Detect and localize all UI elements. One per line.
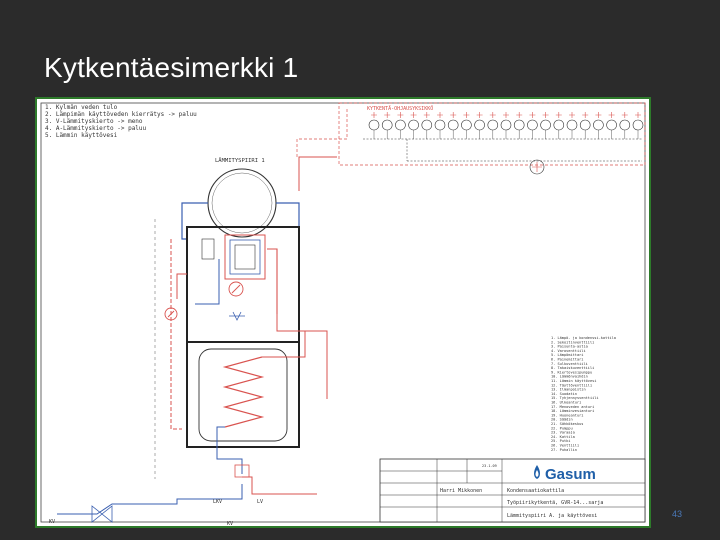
terminal-circle	[540, 119, 551, 131]
wiring-diagram: 1. Kylmän veden tulo 2. Lämpimän käyttöv…	[35, 97, 651, 528]
terminal-symbol	[423, 112, 430, 118]
title-block: Gasum 23.1.09 Harri Mikkonen Kondensaati…	[379, 458, 646, 523]
valve-icon	[229, 311, 245, 321]
boiler-unit	[186, 226, 300, 343]
boiler-component	[201, 238, 215, 260]
tb-subject: Kondensaatiokattila	[507, 488, 564, 494]
terminal-circle	[500, 119, 512, 131]
terminal-symbol	[463, 112, 470, 118]
notes-block: 1. Kylmän veden tulo 2. Lämpimän käyttöv…	[45, 104, 197, 139]
heating-coil	[222, 356, 265, 428]
diagram-canvas: 1. Kylmän veden tulo 2. Lämpimän käyttöv…	[40, 102, 646, 526]
page-number: 43	[671, 509, 682, 519]
boiler-red-pipe	[267, 248, 278, 314]
tb-designer: Harri Mikkonen	[440, 488, 482, 494]
terminal-symbol	[569, 112, 575, 118]
pipe-label-lkv: LKV	[213, 499, 222, 505]
terminal-circle	[421, 119, 433, 131]
note-3: 3. V-Lämmityskierto -> meno	[45, 118, 143, 125]
sensor-cross	[532, 162, 542, 172]
tb-scheme: Työpiirikytkentä, GVR-14...sarja	[507, 500, 603, 506]
terminal-symbol	[410, 112, 417, 118]
terminal-circle	[368, 119, 380, 131]
red-dashed-connector	[296, 109, 348, 159]
terminal-symbol	[542, 112, 549, 118]
terminal-circle	[619, 119, 631, 131]
terminal-circle	[381, 119, 393, 131]
bottom-label: KV	[227, 521, 233, 526]
heat-exchanger-inner	[234, 244, 256, 270]
pipe-red-right	[305, 330, 328, 399]
terminal-circle	[461, 119, 472, 131]
slide-title: Kytkentäesimerkki 1	[44, 52, 299, 83]
terminal-symbol	[450, 112, 457, 118]
terminal-symbol	[371, 112, 377, 118]
note-5: 5. Lämmin käyttövesi	[45, 132, 118, 139]
pipe-label-lv: LV	[257, 499, 263, 505]
terminal-symbol	[489, 112, 496, 118]
water-heater-unit	[186, 341, 300, 448]
terminal-symbol	[621, 112, 628, 118]
terminal-symbol	[503, 112, 509, 118]
terminal-symbol	[384, 112, 391, 118]
terminal-circle	[434, 119, 446, 131]
tb-drawing: Lämmityspiiri A. ja käyttövesi	[507, 513, 597, 519]
terminal-symbol	[608, 112, 615, 118]
company-name: Gasum	[545, 466, 596, 483]
boiler-pump-arrow	[231, 284, 241, 294]
pipe-blue-right-top	[276, 202, 300, 239]
pipe-red-top	[298, 156, 337, 191]
note-2: 2. Lämpimän käyttöveden kierrätys -> pal…	[45, 111, 197, 118]
tb-date: 23.1.09	[482, 464, 497, 468]
terminal-box	[338, 102, 646, 166]
terminal-circle	[566, 119, 578, 131]
terminal-strip: KYTKENTÄ-OHJAUSYKSIKKÖ	[338, 102, 646, 175]
hot-water-out	[242, 476, 317, 495]
terminal-title: KYTKENTÄ-OHJAUSYKSIKKÖ	[367, 105, 433, 112]
pipe-blue-left-top	[181, 202, 208, 240]
terminal-circle	[553, 119, 565, 131]
terminal-symbol	[635, 112, 641, 118]
terminal-circle	[408, 119, 419, 131]
note-1: 1. Kylmän veden tulo	[45, 104, 118, 111]
note-4: 4. A-Lämmityskierto -> paluu	[45, 125, 147, 132]
terminal-circle	[513, 119, 525, 131]
expansion-tank-inner	[211, 172, 273, 234]
terminal-symbol	[397, 112, 404, 118]
terminal-circle	[395, 119, 406, 131]
pipe-red-left-dashed	[170, 239, 182, 430]
terminal-symbol	[476, 112, 483, 118]
terminal-symbol	[516, 112, 523, 118]
pipe-coil-out	[216, 426, 243, 474]
inlet-label: KV	[49, 519, 55, 525]
terminal-circle	[579, 119, 591, 131]
pipe-red-left-short	[176, 273, 187, 299]
terminal-circle	[632, 119, 644, 131]
terminal-symbol	[529, 112, 536, 118]
component-legend: 1. Lämpö- ja kondenssi-kattila2. Sekoiti…	[551, 336, 616, 452]
water-heater-tank	[198, 348, 288, 442]
terminal-circle	[474, 119, 485, 131]
tank-label: LÄMMITYSPIIRI 1	[215, 157, 265, 164]
terminal-circle	[487, 119, 499, 131]
heat-exchanger-outer	[224, 234, 266, 280]
terminal-symbol	[582, 112, 589, 118]
legend-line: 27. Puhallin	[551, 448, 577, 452]
terminal-symbol	[437, 112, 443, 118]
terminal-circle	[527, 119, 538, 131]
terminal-symbols	[371, 112, 641, 118]
boiler-blue-pipe	[195, 259, 220, 305]
terminal-symbol	[555, 112, 562, 118]
terminal-circle	[593, 119, 604, 131]
terminal-circle	[447, 119, 459, 131]
terminal-circle	[606, 119, 617, 131]
terminal-circles	[368, 119, 644, 139]
terminal-symbol	[595, 112, 602, 118]
